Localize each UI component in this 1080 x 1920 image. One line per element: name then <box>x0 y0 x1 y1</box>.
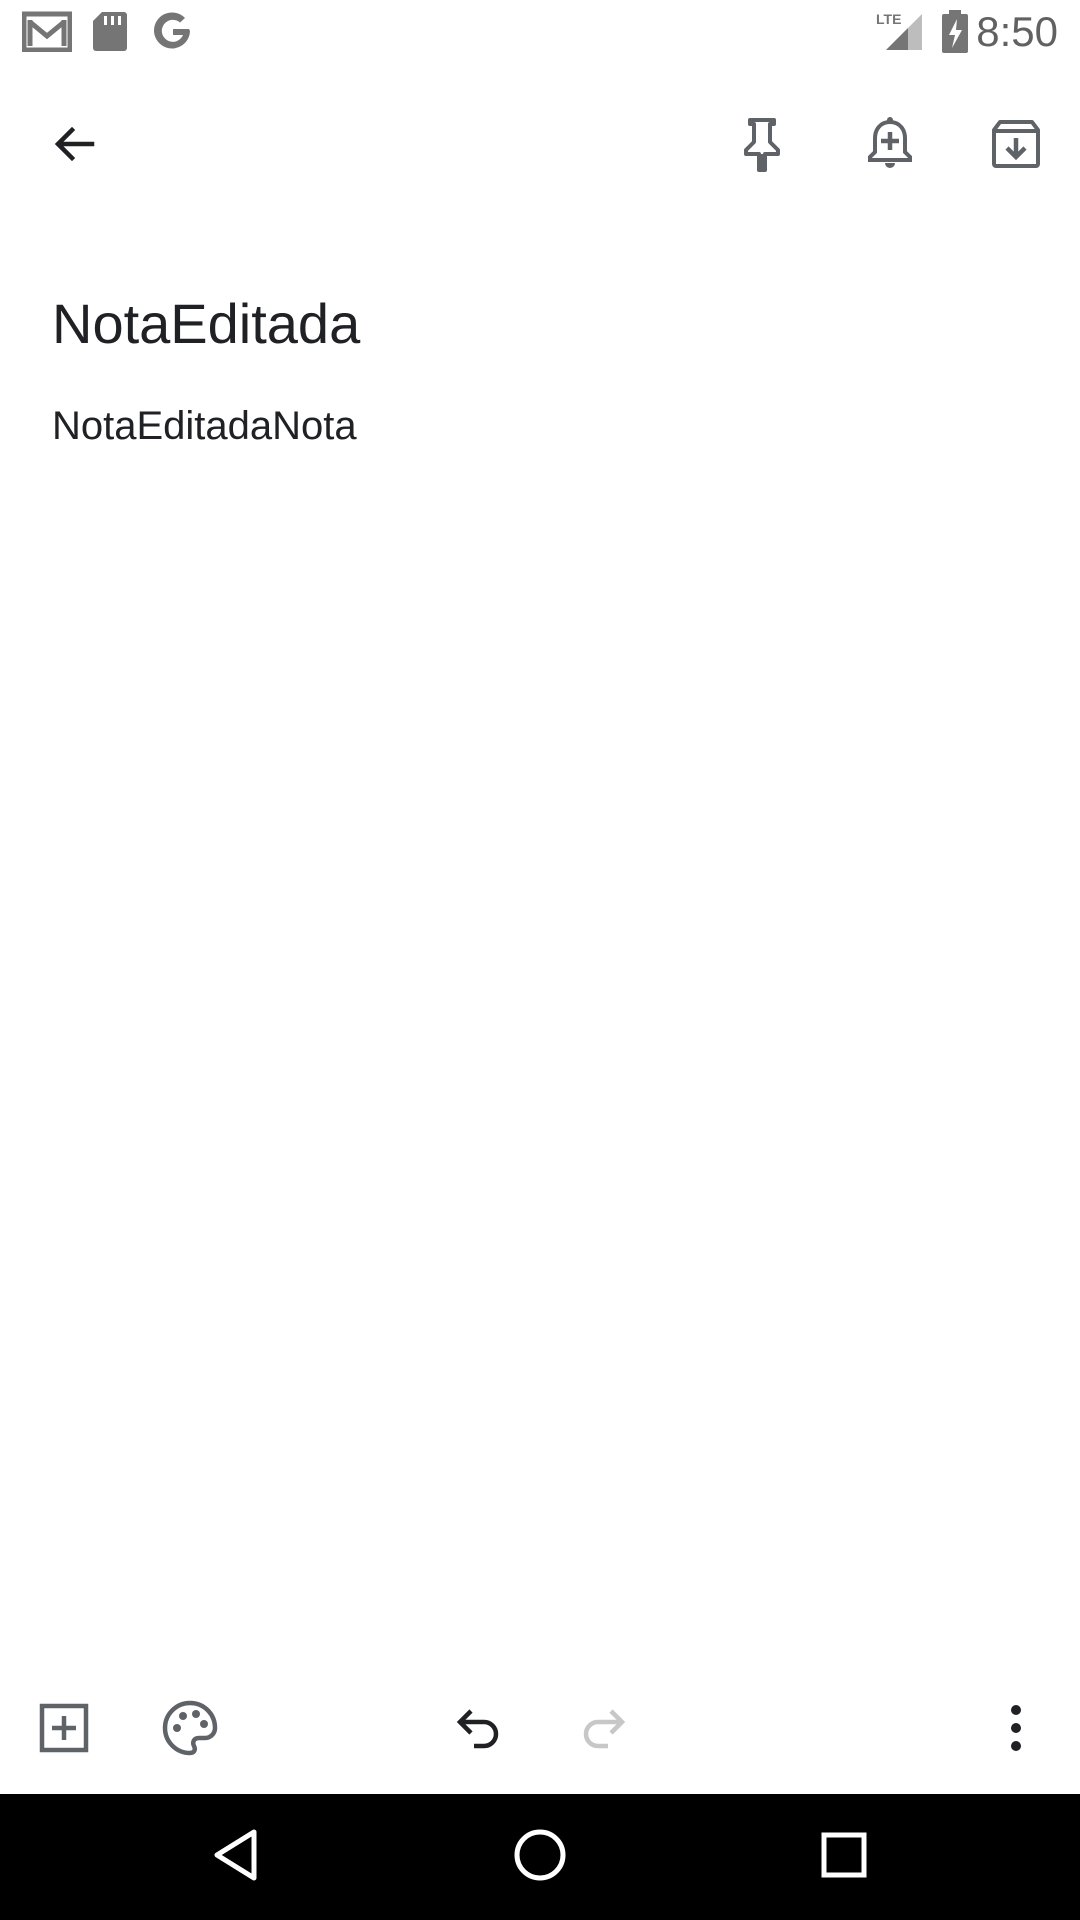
redo-button[interactable] <box>556 1682 652 1778</box>
add-box-icon <box>39 1703 89 1758</box>
nav-back-button[interactable] <box>196 1817 276 1897</box>
clock: 8:50 <box>976 8 1058 55</box>
gmail-icon <box>21 10 73 57</box>
reminder-icon <box>866 116 914 177</box>
battery-charging-icon <box>940 10 970 59</box>
undo-icon <box>454 1706 502 1755</box>
note-editor-screen: LTE 8:50 NotaEditada NotaEditadaNota <box>0 0 1080 1920</box>
back-arrow-icon <box>50 120 98 173</box>
add-content-button[interactable] <box>16 1682 112 1778</box>
back-triangle-icon <box>212 1828 260 1887</box>
color-button[interactable] <box>142 1682 238 1778</box>
nav-home-button[interactable] <box>500 1817 580 1897</box>
more-vert-icon <box>1008 1704 1024 1757</box>
status-bar: LTE 8:50 <box>0 0 1080 64</box>
reminder-button[interactable] <box>842 98 938 194</box>
pin-icon <box>738 116 786 177</box>
archive-icon <box>990 118 1042 175</box>
redo-icon <box>580 1706 628 1755</box>
network-label: LTE <box>876 11 901 27</box>
nav-recents-button[interactable] <box>804 1817 884 1897</box>
pin-button[interactable] <box>714 98 810 194</box>
undo-button[interactable] <box>430 1682 526 1778</box>
signal-icon: LTE <box>874 10 924 57</box>
note-toolbar <box>0 84 1080 208</box>
note-title-field[interactable]: NotaEditada <box>52 288 360 360</box>
note-body-field[interactable]: NotaEditadaNota <box>52 398 357 454</box>
sd-card-icon <box>92 10 128 57</box>
google-icon <box>152 10 194 57</box>
system-nav-bar <box>0 1794 1080 1920</box>
back-button[interactable] <box>26 98 122 194</box>
recents-square-icon <box>820 1831 868 1884</box>
more-options-button[interactable] <box>968 1682 1064 1778</box>
archive-button[interactable] <box>968 98 1064 194</box>
palette-icon <box>162 1700 218 1761</box>
bottom-toolbar <box>0 1680 1080 1780</box>
home-circle-icon <box>513 1828 567 1887</box>
